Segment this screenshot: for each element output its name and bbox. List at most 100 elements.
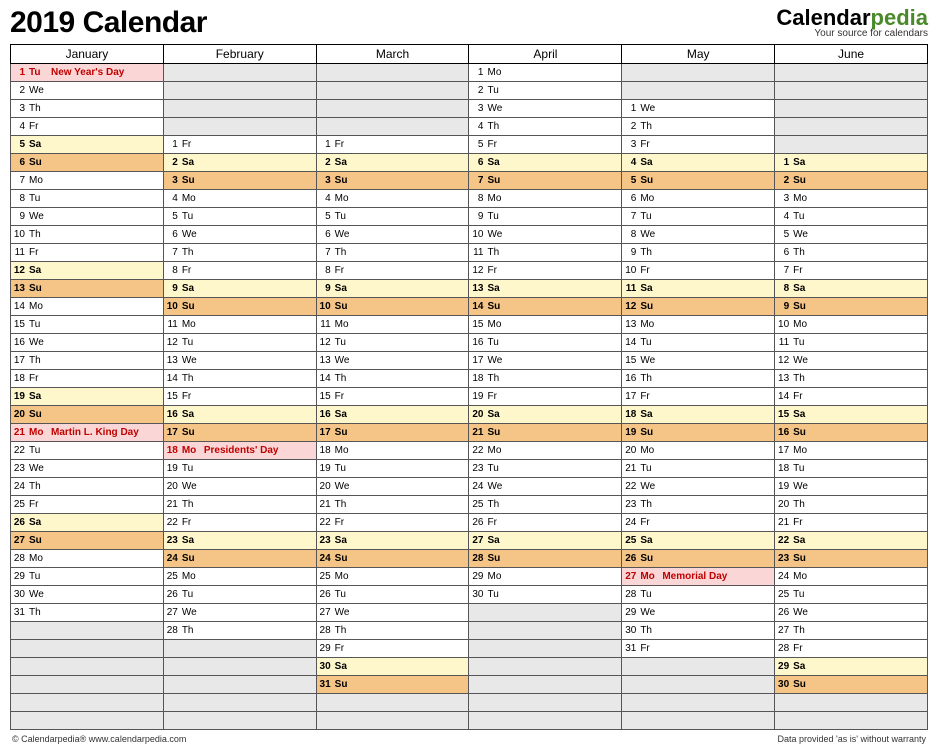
day-cell: 24Mo	[775, 568, 928, 586]
day-number: 26	[775, 607, 793, 618]
day-number: 22	[469, 445, 487, 456]
day-cell: 10Su	[163, 298, 316, 316]
blank-cell	[163, 118, 316, 136]
day-cell: 12Tu	[163, 334, 316, 352]
day-weekday: We	[29, 589, 49, 600]
day-number: 5	[775, 229, 793, 240]
day-cell: 7Mo	[11, 172, 164, 190]
day-cell: 13Mo	[622, 316, 775, 334]
day-cell: 25Tu	[775, 586, 928, 604]
day-cell: 29We	[622, 604, 775, 622]
day-number: 1	[622, 103, 640, 114]
blank-cell	[163, 82, 316, 100]
day-weekday: Su	[640, 175, 660, 186]
day-weekday: Fr	[640, 643, 660, 654]
day-cell: 4Th	[469, 118, 622, 136]
day-cell: 14Th	[316, 370, 469, 388]
day-weekday: Su	[793, 679, 813, 690]
day-number: 4	[622, 157, 640, 168]
day-number: 13	[622, 319, 640, 330]
day-weekday: We	[793, 607, 813, 618]
day-number: 14	[317, 373, 335, 384]
day-number: 31	[317, 679, 335, 690]
day-cell: 7Th	[316, 244, 469, 262]
day-cell: 14Tu	[622, 334, 775, 352]
day-weekday: Tu	[182, 211, 202, 222]
day-weekday: Sa	[335, 661, 355, 672]
day-number: 31	[622, 643, 640, 654]
day-number: 2	[469, 85, 487, 96]
day-weekday: Th	[640, 625, 660, 636]
blank-cell	[469, 604, 622, 622]
day-cell: 3Su	[163, 172, 316, 190]
day-cell: 6Th	[775, 244, 928, 262]
footer-disclaimer: Data provided 'as is' without warranty	[777, 734, 926, 744]
day-number: 18	[775, 463, 793, 474]
day-number: 10	[469, 229, 487, 240]
day-number: 2	[622, 121, 640, 132]
day-number: 1	[775, 157, 793, 168]
day-cell: 28Fr	[775, 640, 928, 658]
day-cell: 9Sa	[163, 280, 316, 298]
day-cell: 2Su	[775, 172, 928, 190]
day-weekday: Su	[182, 175, 202, 186]
day-number: 18	[11, 373, 29, 384]
day-weekday: Fr	[29, 499, 49, 510]
blank-cell	[775, 82, 928, 100]
day-number: 18	[622, 409, 640, 420]
day-cell: 16We	[11, 334, 164, 352]
day-weekday: Fr	[640, 391, 660, 402]
day-cell: 15Tu	[11, 316, 164, 334]
day-number: 17	[317, 427, 335, 438]
day-cell: 28Su	[469, 550, 622, 568]
blank-cell	[163, 676, 316, 694]
brand-name-accent: pedia	[871, 5, 928, 30]
day-number: 8	[469, 193, 487, 204]
day-number: 20	[469, 409, 487, 420]
day-cell: 28Th	[163, 622, 316, 640]
day-number: 6	[775, 247, 793, 258]
day-number: 12	[317, 337, 335, 348]
day-number: 19	[622, 427, 640, 438]
day-cell: 4Fr	[11, 118, 164, 136]
day-weekday: We	[182, 229, 202, 240]
day-weekday: Sa	[29, 265, 49, 276]
day-number: 17	[164, 427, 182, 438]
day-cell: 25Sa	[622, 532, 775, 550]
day-cell: 21Th	[316, 496, 469, 514]
day-cell: 10Su	[316, 298, 469, 316]
day-cell: 8Fr	[163, 262, 316, 280]
day-weekday: We	[182, 607, 202, 618]
day-number: 22	[775, 535, 793, 546]
day-cell: 24Su	[163, 550, 316, 568]
day-weekday: Tu	[29, 193, 49, 204]
day-weekday: Sa	[793, 535, 813, 546]
day-number: 8	[775, 283, 793, 294]
day-weekday: Fr	[335, 265, 355, 276]
day-number: 9	[469, 211, 487, 222]
day-number: 20	[11, 409, 29, 420]
day-number: 16	[317, 409, 335, 420]
day-cell: 15Fr	[163, 388, 316, 406]
day-number: 1	[469, 67, 487, 78]
day-cell: 2Sa	[316, 154, 469, 172]
day-weekday: Su	[793, 175, 813, 186]
day-weekday: Su	[182, 553, 202, 564]
day-cell: 29Tu	[11, 568, 164, 586]
blank-cell	[775, 118, 928, 136]
day-weekday: Fr	[335, 139, 355, 150]
day-weekday: Mo	[182, 319, 202, 330]
blank-cell	[622, 64, 775, 82]
day-weekday: Fr	[640, 517, 660, 528]
day-number: 2	[11, 85, 29, 96]
day-weekday: We	[29, 85, 49, 96]
day-number: 23	[11, 463, 29, 474]
day-number: 13	[469, 283, 487, 294]
day-weekday: Sa	[182, 283, 202, 294]
day-number: 6	[11, 157, 29, 168]
day-cell: 18Th	[469, 370, 622, 388]
day-number: 29	[775, 661, 793, 672]
day-weekday: Tu	[487, 211, 507, 222]
day-weekday: Th	[487, 121, 507, 132]
day-weekday: Tu	[487, 589, 507, 600]
